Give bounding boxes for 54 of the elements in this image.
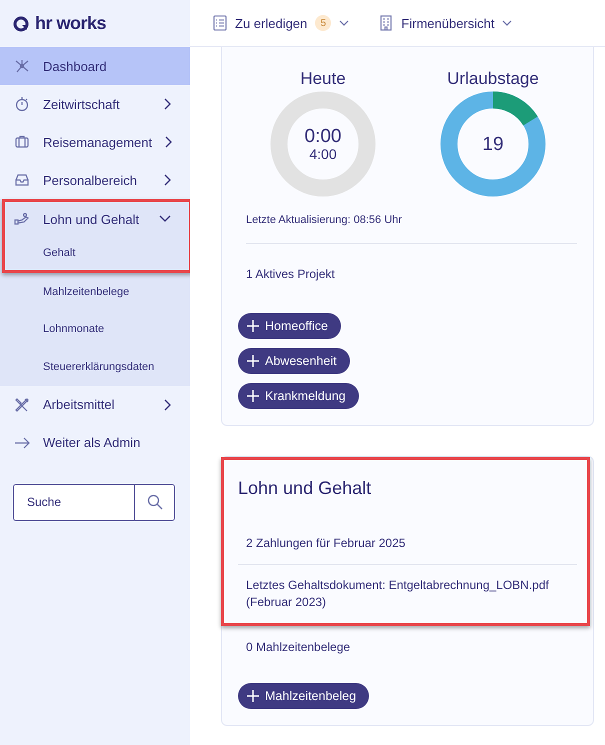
brand-name: hr works [35,13,106,34]
building-icon [379,15,394,31]
plus-icon [247,320,259,332]
nav-subitem[interactable]: Steuererklärungsdaten [0,348,190,386]
nav-item[interactable]: Lohn und Gehalt [5,202,189,236]
chevron-right-icon [165,136,174,148]
plus-icon [247,390,259,402]
checklist-icon [213,15,227,31]
project-count: 1 Aktives Projekt [246,267,336,281]
stopwatch-icon [14,96,30,112]
worked-time: 0:00 [304,126,342,147]
nav-item[interactable]: Personalbereich [0,161,190,199]
chevron-down-icon [502,20,512,26]
vacation-days: 19 [482,134,504,154]
nav-subitem[interactable]: Gehalt [5,236,189,270]
nav-subitem[interactable]: Lohnmonate [0,310,190,348]
logo-icon [13,16,29,32]
tray-icon [14,172,30,188]
add-button[interactable]: Homeoffice [238,313,341,339]
nav-item[interactable]: Arbeitsmittel [0,386,190,424]
column-heading: Heute [300,69,346,90]
topbar-menu[interactable]: Firmenübersicht [379,15,512,31]
count-badge: 5 [315,15,332,31]
plus-icon [247,355,259,367]
suitcase-icon [14,134,30,150]
plus-icon [247,690,259,702]
card-title: Lohn und Gehalt [238,478,372,499]
topbar-menu[interactable]: Zu erledigen 5 [213,15,350,31]
search-icon [146,494,162,510]
nav-item[interactable]: Dashboard [0,47,190,85]
chevron-down-icon [339,20,350,26]
nav-item[interactable]: Zeitwirtschaft [0,85,190,123]
chevron-down-icon [159,215,171,223]
search-field[interactable]: Suche [13,484,134,520]
network-icon [14,58,30,74]
search-button[interactable] [134,484,175,520]
update-time: Letzte Aktualisierung: 08:56 Uhr [246,214,403,226]
tools-icon [14,396,30,412]
chevron-right-icon [164,398,172,410]
meal-count: 0 Mahlzeitenbelege [246,640,352,654]
info-row-text: 2 Zahlungen für Februar 2025 [245,535,406,552]
info-row: Letztes Gehaltsdokument: Entgeltabrechnung_LOBN.pdf (Februar 2023) [238,564,577,623]
nav-item[interactable]: Weiter als Admin [0,424,190,462]
hand-icon [14,211,30,227]
chevron-right-icon [164,98,172,110]
add-button[interactable]: Abwesenheit [238,348,350,374]
column-heading: Urlaubstage [447,69,539,90]
nav-subitem[interactable]: Mahlzeitenbelege [0,273,190,310]
arrow-right-icon [14,434,30,450]
add-button[interactable]: Mahlzeitenbeleg [238,683,370,709]
target-time: 4:00 [309,147,337,162]
add-button[interactable]: Krankmeldung [238,383,359,409]
chevron-right-icon [164,174,172,186]
nav-item[interactable]: Reisemanagement [0,123,190,161]
